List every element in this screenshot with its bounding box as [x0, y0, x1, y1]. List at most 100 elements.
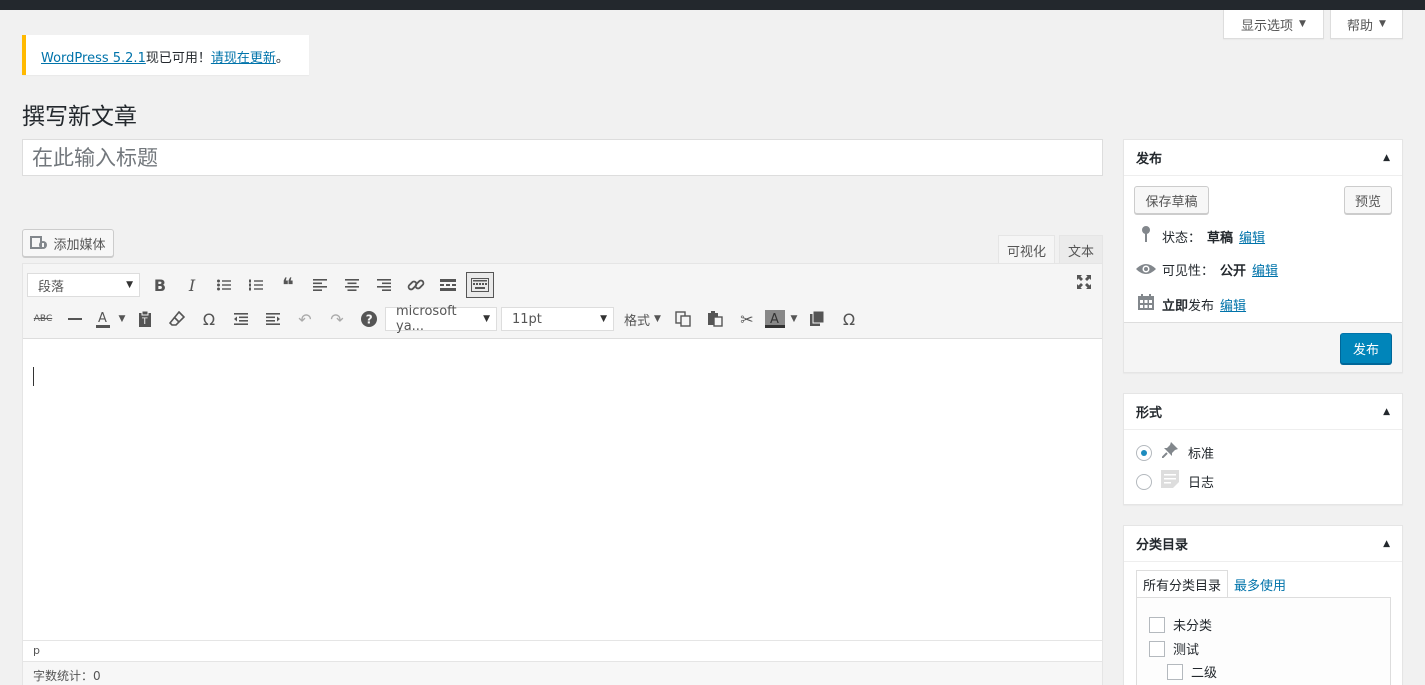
category-checkbox[interactable]	[1167, 663, 1183, 680]
editor-path: p	[23, 640, 1102, 661]
category-box-header[interactable]: 分类目录 ▲	[1124, 526, 1402, 562]
paste-icon[interactable]	[699, 305, 731, 333]
bullet-list-icon[interactable]	[208, 271, 240, 299]
indent-icon[interactable]	[257, 305, 289, 333]
screen-meta-links: 显示选项 ▼ 帮助 ▼	[1223, 10, 1403, 39]
category-box: 分类目录 ▲ 所有分类目录 最多使用 未分类 测试 二级	[1123, 525, 1403, 685]
page-title: 撰写新文章	[22, 104, 137, 130]
text-cursor	[33, 367, 34, 386]
outdent-icon[interactable]	[225, 305, 257, 333]
category-tabs: 所有分类目录 最多使用	[1136, 570, 1292, 598]
tab-visual[interactable]: 可视化	[998, 235, 1055, 264]
align-left-icon[interactable]	[304, 271, 336, 299]
category-item[interactable]: 未分类	[1149, 615, 1212, 634]
publish-box-header[interactable]: 发布 ▲	[1124, 140, 1402, 176]
cut-icon[interactable]: ✂	[731, 305, 763, 333]
italic-icon[interactable]: I	[176, 271, 208, 299]
link-icon[interactable]	[400, 271, 432, 299]
toolbar-row-2: ABC A ▼ T Ω ↶ ↷ ? microsoft ya... ▼ 11pt…	[27, 303, 865, 335]
add-media-button[interactable]: 添加媒体	[22, 229, 114, 257]
category-item[interactable]: 测试	[1149, 639, 1199, 658]
category-checkbox[interactable]	[1149, 616, 1165, 633]
svg-text:A: A	[98, 311, 107, 326]
caret-down-icon[interactable]: ▼	[787, 305, 801, 333]
tab-text[interactable]: 文本	[1059, 235, 1103, 264]
align-center-icon[interactable]	[336, 271, 368, 299]
format-box-title: 形式	[1136, 406, 1163, 421]
omega-icon[interactable]: Ω	[833, 305, 865, 333]
notice-end: 。	[275, 51, 289, 66]
paragraph-select-value: 段落	[38, 279, 65, 295]
publish-date-edit-link[interactable]: 编辑	[1220, 295, 1246, 314]
format-box-header[interactable]: 形式 ▲	[1124, 394, 1402, 430]
font-family-value: microsoft ya...	[396, 304, 457, 334]
tab-all-categories[interactable]: 所有分类目录	[1136, 570, 1229, 598]
fullscreen-icon[interactable]	[1076, 274, 1092, 294]
paragraph-select[interactable]: 段落 ▼	[27, 273, 140, 297]
collapse-icon[interactable]: ▲	[1383, 407, 1390, 417]
format-aside-radio[interactable]	[1136, 473, 1152, 490]
numbered-list-icon[interactable]	[240, 271, 272, 299]
blockquote-icon[interactable]: ❝	[272, 271, 304, 299]
undo-icon[interactable]: ↶	[289, 305, 321, 333]
content-editable-area[interactable]	[23, 339, 1102, 639]
collapse-icon[interactable]: ▲	[1383, 153, 1390, 163]
text-color-icon[interactable]: A	[91, 305, 115, 333]
status-row: 状态： 草稿 编辑	[1136, 226, 1265, 246]
preview-button[interactable]: 预览	[1344, 186, 1392, 214]
screen-options-label: 显示选项	[1241, 18, 1294, 34]
collapse-icon[interactable]: ▲	[1383, 539, 1390, 549]
format-standard-radio[interactable]	[1136, 444, 1152, 461]
caret-down-icon: ▼	[600, 314, 607, 324]
font-size-select[interactable]: 11pt ▼	[501, 307, 614, 331]
font-family-select[interactable]: microsoft ya... ▼	[385, 304, 497, 334]
special-character-icon[interactable]: Ω	[193, 305, 225, 333]
svg-text:A: A	[770, 312, 779, 327]
read-more-icon[interactable]	[432, 271, 464, 299]
caret-down-icon[interactable]: ▼	[115, 305, 129, 333]
publish-label: 发布	[1188, 298, 1215, 314]
copy-format-icon[interactable]	[801, 305, 833, 333]
category-label: 二级	[1191, 666, 1218, 681]
toolbar-toggle-icon[interactable]	[466, 272, 494, 298]
toolbar-row-1: 段落 ▼ B I ❝	[27, 269, 496, 301]
status-label: 状态：	[1162, 230, 1202, 246]
background-color-icon[interactable]: A	[763, 305, 787, 333]
formats-dropdown[interactable]: 格式 ▼	[618, 305, 667, 333]
status-edit-link[interactable]: 编辑	[1239, 227, 1265, 246]
media-icon	[30, 236, 48, 249]
visibility-edit-link[interactable]: 编辑	[1252, 260, 1278, 279]
redo-icon[interactable]: ↷	[321, 305, 353, 333]
formats-label: 格式	[624, 313, 651, 329]
wordpress-version-link[interactable]: WordPress 5.2.1	[41, 51, 146, 66]
paste-text-icon[interactable]: T	[129, 305, 161, 333]
notice-text: 现已可用！	[145, 51, 211, 66]
visibility-label: 可见性：	[1162, 264, 1215, 279]
editor: 段落 ▼ B I ❝ ABC A ▼ T Ω ↶ ↷ ? microsoft y…	[22, 263, 1103, 685]
title-placeholder: 在此输入标题	[32, 146, 158, 170]
update-now-link[interactable]: 请现在更新	[211, 51, 276, 66]
copy-icon[interactable]	[667, 305, 699, 333]
caret-down-icon: ▼	[1299, 19, 1306, 29]
strikethrough-icon[interactable]: ABC	[27, 305, 59, 333]
save-draft-button[interactable]: 保存草稿	[1134, 186, 1209, 214]
help-circle-icon[interactable]: ?	[353, 305, 385, 333]
category-item[interactable]: 二级	[1167, 662, 1217, 681]
visibility-row: 可见性： 公开 编辑	[1136, 260, 1278, 279]
pin-icon	[1136, 226, 1156, 246]
category-checkbox[interactable]	[1149, 640, 1165, 657]
publish-button[interactable]: 发布	[1340, 333, 1392, 364]
align-right-icon[interactable]	[368, 271, 400, 299]
horizontal-line-icon[interactable]	[59, 305, 91, 333]
format-aside-option[interactable]: 日志	[1136, 470, 1214, 493]
tab-most-used[interactable]: 最多使用	[1228, 570, 1292, 598]
clear-formatting-icon[interactable]	[161, 305, 193, 333]
editor-tabs: 可视化 文本	[998, 235, 1103, 264]
format-standard-option[interactable]: 标准	[1136, 442, 1214, 463]
help-button[interactable]: 帮助 ▼	[1330, 10, 1403, 39]
category-box-title: 分类目录	[1136, 538, 1189, 553]
screen-options-button[interactable]: 显示选项 ▼	[1223, 10, 1324, 39]
post-title-input[interactable]: 在此输入标题	[22, 139, 1103, 176]
status-value: 草稿	[1207, 230, 1234, 246]
bold-icon[interactable]: B	[144, 271, 176, 299]
